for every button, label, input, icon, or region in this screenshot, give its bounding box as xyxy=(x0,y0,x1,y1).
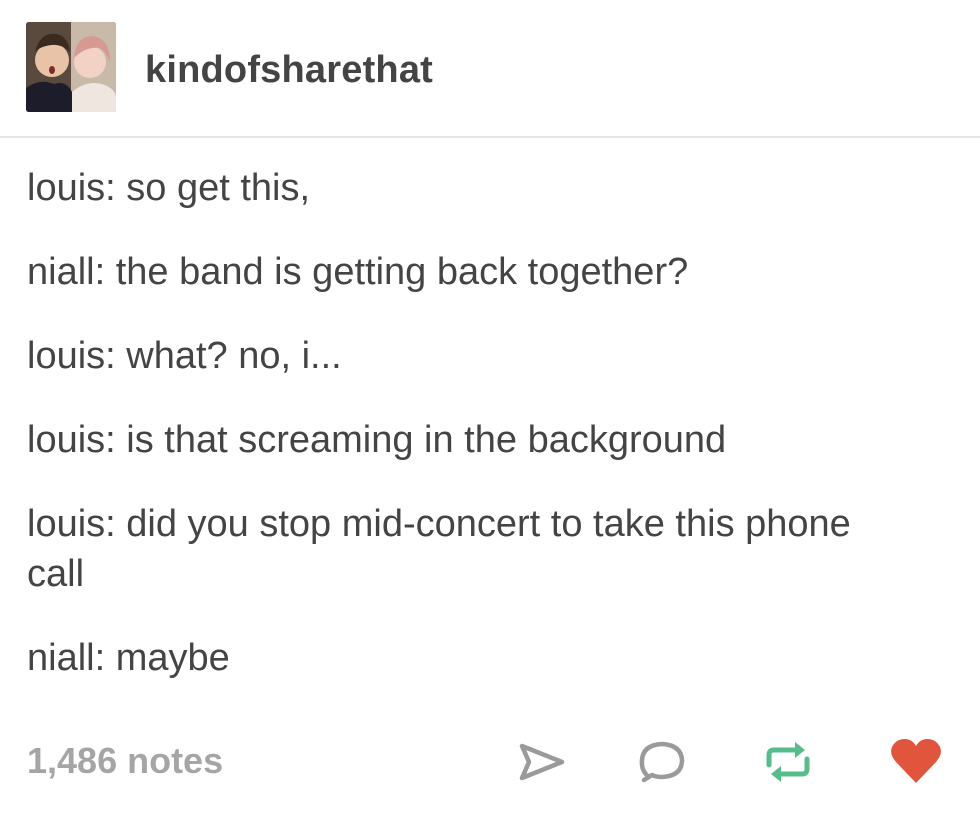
blog-name[interactable]: kindofsharethat xyxy=(145,47,433,93)
dialogue-line: louis: so get this, xyxy=(27,167,311,209)
like-button[interactable] xyxy=(888,736,944,788)
dialogue-line: louis: is that screaming in the backgrou… xyxy=(27,419,727,461)
heart-icon xyxy=(891,739,941,783)
post-header: kindofsharethat xyxy=(0,0,980,138)
post-footer: 1,486 notes xyxy=(0,730,980,794)
dialogue-line: niall: the band is getting back together… xyxy=(27,251,689,293)
reblog-icon xyxy=(766,742,810,782)
dialogue-line: niall: maybe xyxy=(27,637,230,679)
reply-bubble-icon xyxy=(639,741,685,783)
tumblr-post: kindofsharethat louis: so get this, nial… xyxy=(0,0,980,821)
avatar-image xyxy=(26,22,116,112)
reply-button[interactable] xyxy=(634,736,690,788)
share-button[interactable] xyxy=(514,736,570,788)
avatar[interactable] xyxy=(26,22,116,112)
reblog-button[interactable] xyxy=(760,736,816,788)
notes-count[interactable]: 1,486 notes xyxy=(27,738,223,784)
share-arrow-icon xyxy=(519,743,565,781)
dialogue-line: louis: did you stop mid-concert to take … xyxy=(27,503,862,595)
post-body: louis: so get this, niall: the band is g… xyxy=(27,163,927,717)
dialogue-line: louis: what? no, i... xyxy=(27,335,342,377)
